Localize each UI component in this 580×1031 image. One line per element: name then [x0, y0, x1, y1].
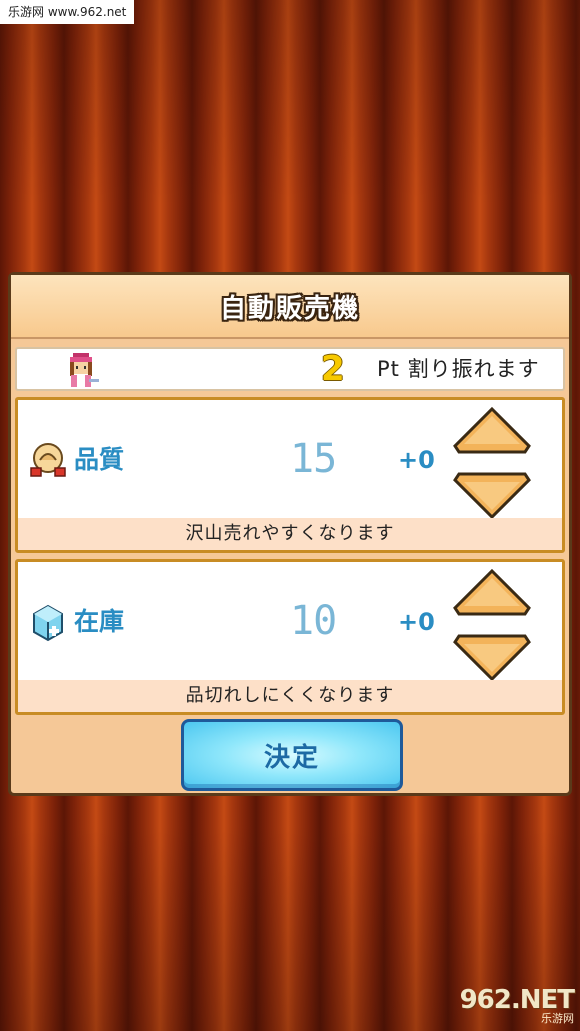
quality-icon: [30, 443, 66, 477]
watermark-logo-text: 962.NET: [459, 985, 575, 1015]
confirm-button[interactable]: 決定: [181, 719, 403, 791]
decrease-quality-button[interactable]: [452, 470, 532, 520]
stat-name-quality: 品質: [74, 445, 125, 474]
points-value: 2: [321, 349, 345, 389]
stat-value-stock: 10: [290, 598, 337, 644]
stat-value-quality: 15: [290, 436, 337, 482]
decrease-stock-button[interactable]: [452, 632, 532, 682]
stat-name-stock: 在庫: [74, 607, 125, 636]
vending-machine-dialog: 自動販売機 2 Pt 割り振れます 品質 15 +0 沢山売れやすくなります 在…: [8, 272, 572, 796]
watermark-logo-subtext: 乐游网: [541, 1012, 574, 1025]
dialog-title: 自動販売機: [11, 275, 569, 339]
watermark-logo: 962.NET 乐游网: [444, 985, 575, 1025]
stat-box-quality: 品質 15 +0 沢山売れやすくなります: [15, 397, 565, 553]
stat-box-stock: 在庫 10 +0 品切れしにくくなります: [15, 559, 565, 715]
points-label: Pt 割り振れます: [377, 357, 540, 381]
points-row: 2 Pt 割り振れます: [15, 347, 565, 391]
stat-desc-stock: 品切れしにくくなります: [18, 680, 562, 712]
watermark-url: 乐游网 www.962.net: [0, 0, 135, 24]
staff-avatar-icon: [70, 353, 99, 387]
stock-cube-icon: [33, 604, 63, 642]
increase-quality-button[interactable]: [452, 406, 532, 456]
increase-stock-button[interactable]: [452, 568, 532, 618]
stat-delta-quality: +0: [398, 446, 435, 474]
stat-delta-stock: +0: [398, 608, 435, 636]
stat-desc-quality: 沢山売れやすくなります: [18, 518, 562, 550]
